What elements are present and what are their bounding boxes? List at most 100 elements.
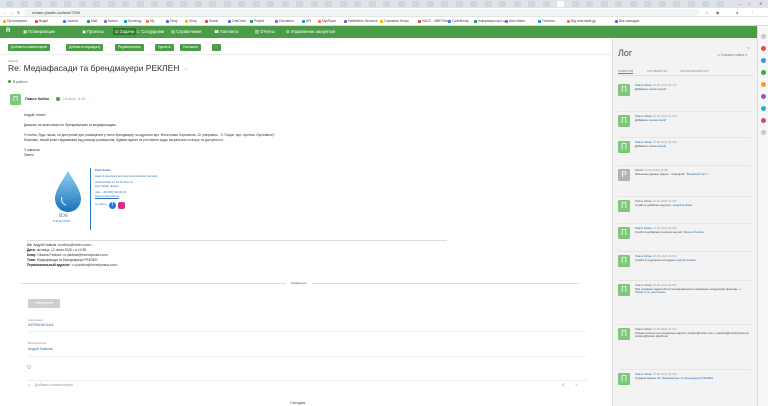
- nav-item[interactable]: ☎ Контакты: [214, 29, 238, 34]
- browser-tab[interactable]: [412, 1, 419, 7]
- bookmark-item[interactable]: Social: [205, 19, 218, 24]
- bookmark-item[interactable]: Пропонувати: [3, 19, 27, 24]
- browser-tab[interactable]: [716, 1, 724, 7]
- task-status[interactable]: В работе: [8, 80, 28, 84]
- browser-tab[interactable]: [194, 1, 202, 7]
- extension-icon[interactable]: [761, 106, 766, 111]
- browser-tab[interactable]: [136, 1, 144, 7]
- checkbox-icon[interactable]: [27, 365, 31, 369]
- browser-tab[interactable]: [281, 1, 289, 7]
- log-link[interactable]: Андрій Новіков: [673, 203, 693, 207]
- browser-tab[interactable]: [64, 1, 71, 7]
- bookmark-item[interactable]: MyoRyan: [318, 19, 336, 24]
- bookmark-item[interactable]: Все закладки: [615, 19, 639, 24]
- log-link[interactable]: Oksana Pankiva: [683, 230, 703, 234]
- browser-tab[interactable]: [600, 1, 608, 7]
- browser-tab[interactable]: [383, 1, 390, 7]
- extension-icon[interactable]: [761, 34, 766, 39]
- browser-tab[interactable]: [20, 1, 28, 7]
- extension-icon[interactable]: [761, 130, 766, 135]
- toolbar-button[interactable]: Добавить подзадачу: [66, 44, 104, 51]
- forward-icon[interactable]: →: [10, 10, 14, 15]
- browser-tab[interactable]: [397, 1, 405, 7]
- extension-icon[interactable]: [761, 82, 766, 87]
- back-icon[interactable]: ←: [3, 10, 7, 15]
- menu-icon[interactable]: ⋮: [750, 10, 754, 15]
- browser-tab[interactable]: [354, 1, 361, 7]
- browser-tab[interactable]: [165, 1, 173, 7]
- browser-tab[interactable]: [528, 1, 535, 7]
- toolbar-button[interactable]: Положить: [180, 44, 202, 51]
- browser-tab[interactable]: [455, 1, 463, 7]
- log-link[interactable]: комментарий: [649, 144, 666, 148]
- nav-item[interactable]: ☑ Задачи: [113, 28, 136, 35]
- nav-item[interactable]: ▥ Отчеты: [255, 29, 275, 34]
- browser-tab[interactable]: [542, 1, 550, 7]
- extensions-icon[interactable]: ◆: [716, 10, 719, 15]
- bookmark-item[interactable]: Mail: [87, 19, 97, 24]
- browser-tab[interactable]: [267, 1, 274, 7]
- bookmark-item[interactable]: CodeRenty: [448, 19, 469, 24]
- bookmark-item[interactable]: OneDrive: [228, 19, 246, 24]
- browser-tab[interactable]: [209, 1, 216, 7]
- browser-tab[interactable]: [339, 1, 347, 7]
- log-tab[interactable]: ТЕХНИЧЕСКИЙ ЛОГ: [680, 69, 709, 73]
- bookmark-item[interactable]: Shop: [185, 19, 197, 24]
- extension-icon[interactable]: [761, 70, 766, 75]
- browser-tab[interactable]: [499, 1, 506, 7]
- extension-icon[interactable]: [761, 46, 766, 51]
- url-field[interactable]: redam.planfix.ua/task/7339: [24, 9, 699, 16]
- browser-tab[interactable]: [252, 1, 260, 7]
- format-icon[interactable]: ✎: [575, 383, 578, 387]
- close-icon[interactable]: ✕: [759, 1, 762, 6]
- browser-tab[interactable]: [325, 1, 332, 7]
- signature-site[interactable]: www.morshynska.ua: [95, 195, 165, 199]
- browser-tab[interactable]: [310, 1, 318, 7]
- log-tab[interactable]: АКТИВНОСТЬ: [647, 69, 667, 73]
- bookmark-item[interactable]: Вхідні: [35, 19, 48, 24]
- nav-item[interactable]: ☺ Сотрудники: [136, 29, 164, 34]
- log-link[interactable]: Re: Медіафасади та брендмауери РЕКЛЕН: [657, 376, 713, 380]
- browser-tab[interactable]: [107, 1, 115, 7]
- log-link[interactable]: комментарий: [649, 87, 666, 91]
- nav-item[interactable]: ▣ Проекты: [82, 29, 104, 34]
- browser-tab[interactable]: [484, 1, 492, 7]
- add-comment-bar[interactable]: ☺ Добавить комментарий ⎘ ✎: [27, 380, 587, 389]
- browser-tab[interactable]: [78, 1, 86, 7]
- bookmark-star-icon[interactable]: ☆: [705, 10, 709, 15]
- maximize-icon[interactable]: □: [748, 1, 750, 6]
- message-author[interactable]: Павло Кабан: [25, 97, 49, 101]
- browser-tab[interactable]: [615, 1, 622, 7]
- browser-tab[interactable]: [687, 1, 695, 7]
- browser-tab[interactable]: [49, 1, 57, 7]
- extension-icon[interactable]: [761, 94, 766, 99]
- log-link[interactable]: комментарий: [649, 118, 666, 122]
- nav-item[interactable]: ⚙ Управление аккаунтом: [286, 29, 335, 34]
- executor-value[interactable]: Андрій Новіков: [28, 347, 52, 351]
- browser-tab[interactable]: [223, 1, 231, 7]
- counterparty-value[interactable]: МОРШИНСЬКА: [28, 323, 53, 327]
- browser-tab[interactable]: [658, 1, 666, 7]
- log-tab[interactable]: СОБЫТИЯ: [618, 69, 634, 74]
- browser-tab[interactable]: [93, 1, 100, 7]
- facebook-icon[interactable]: f: [108, 201, 116, 209]
- toolbar-button[interactable]: ···: [212, 44, 222, 51]
- toolbar-button[interactable]: Добавить комментарий: [8, 44, 50, 51]
- browser-tab[interactable]: [296, 1, 303, 7]
- attach-icon[interactable]: ⎘: [562, 383, 565, 387]
- browser-tab[interactable]: [238, 1, 245, 7]
- browser-tab[interactable]: [122, 1, 129, 7]
- browser-tab[interactable]: [470, 1, 477, 7]
- browser-tab[interactable]: [6, 1, 13, 7]
- bookmark-item[interactable]: Ebay: [166, 19, 178, 24]
- browser-tab[interactable]: [151, 1, 158, 7]
- close-panel-icon[interactable]: ×: [747, 46, 750, 52]
- bookmark-item[interactable]: Synology: [124, 19, 142, 24]
- bookmark-item[interactable]: НАСС - МВП Slant: [418, 19, 450, 24]
- bookmark-item[interactable]: My: [146, 19, 154, 24]
- bookmark-item[interactable]: Alan Wake: [505, 19, 525, 24]
- complete-button[interactable]: Завершить: [28, 299, 60, 308]
- extension-icon[interactable]: [761, 58, 766, 63]
- browser-tab[interactable]: [586, 1, 593, 7]
- log-link[interactable]: Андрій Новіков: [676, 258, 696, 262]
